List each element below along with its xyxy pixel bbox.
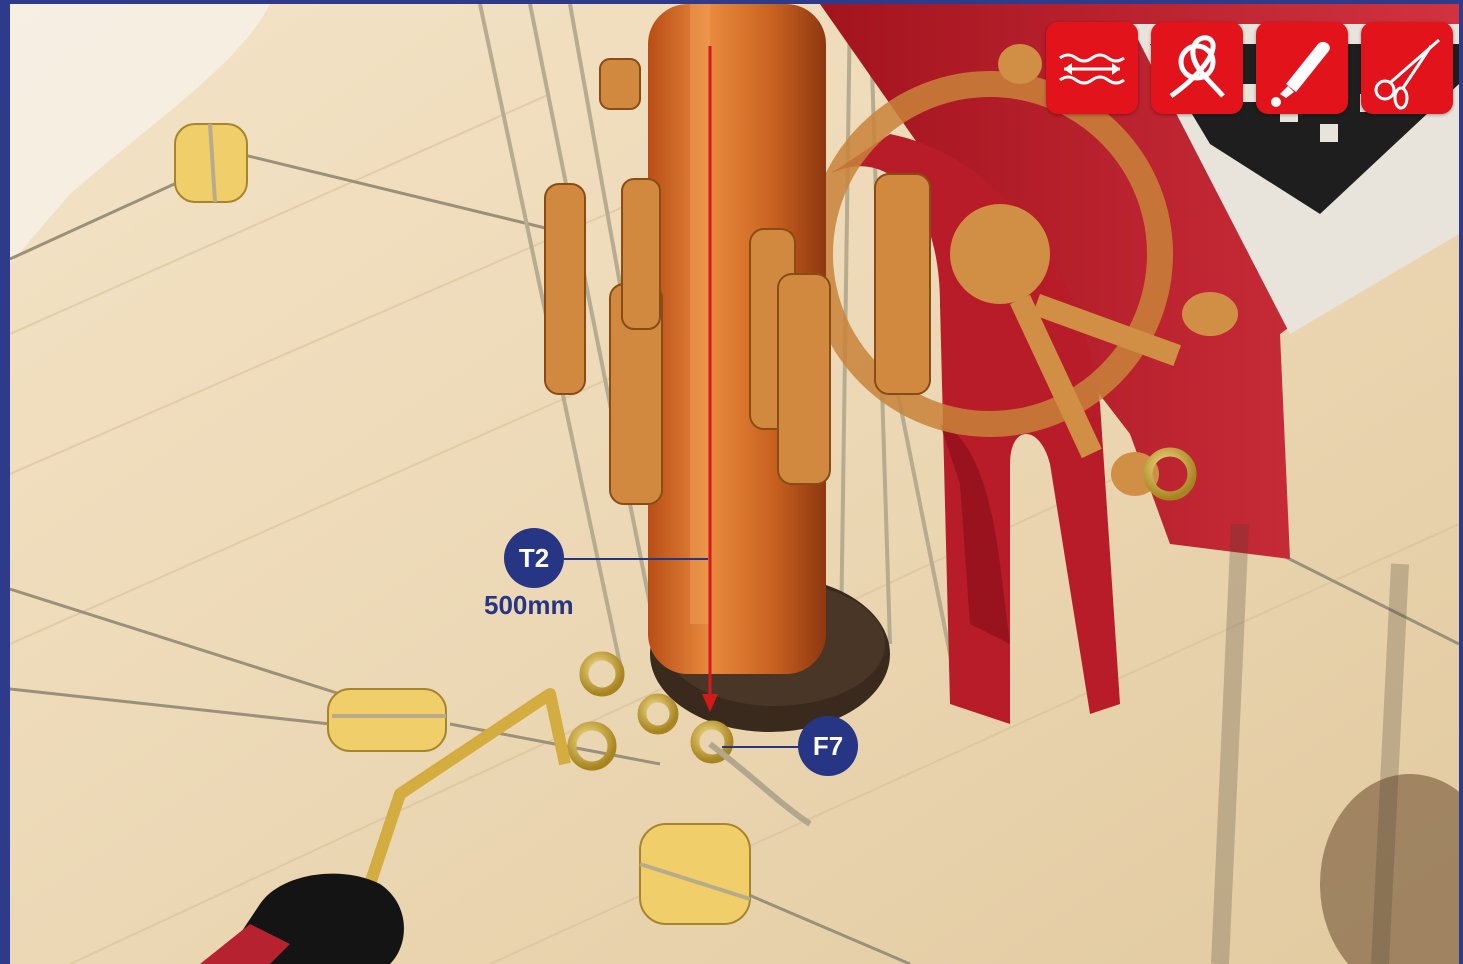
- line-code-badge: T2: [504, 528, 564, 588]
- image-frame: T2 500mm F7: [0, 0, 1463, 964]
- glue-icon: [1256, 22, 1348, 114]
- knot-icon: [1151, 22, 1243, 114]
- ship-model-deck-photo: [10, 4, 1459, 964]
- f7-leader-line: [722, 746, 810, 748]
- scissors-icon: [1361, 22, 1453, 114]
- line-length-label: 500mm: [484, 590, 574, 620]
- t2-leader-line: [564, 558, 708, 560]
- measure-length-icon: [1046, 22, 1138, 114]
- fitting-code-badge: F7: [798, 716, 858, 776]
